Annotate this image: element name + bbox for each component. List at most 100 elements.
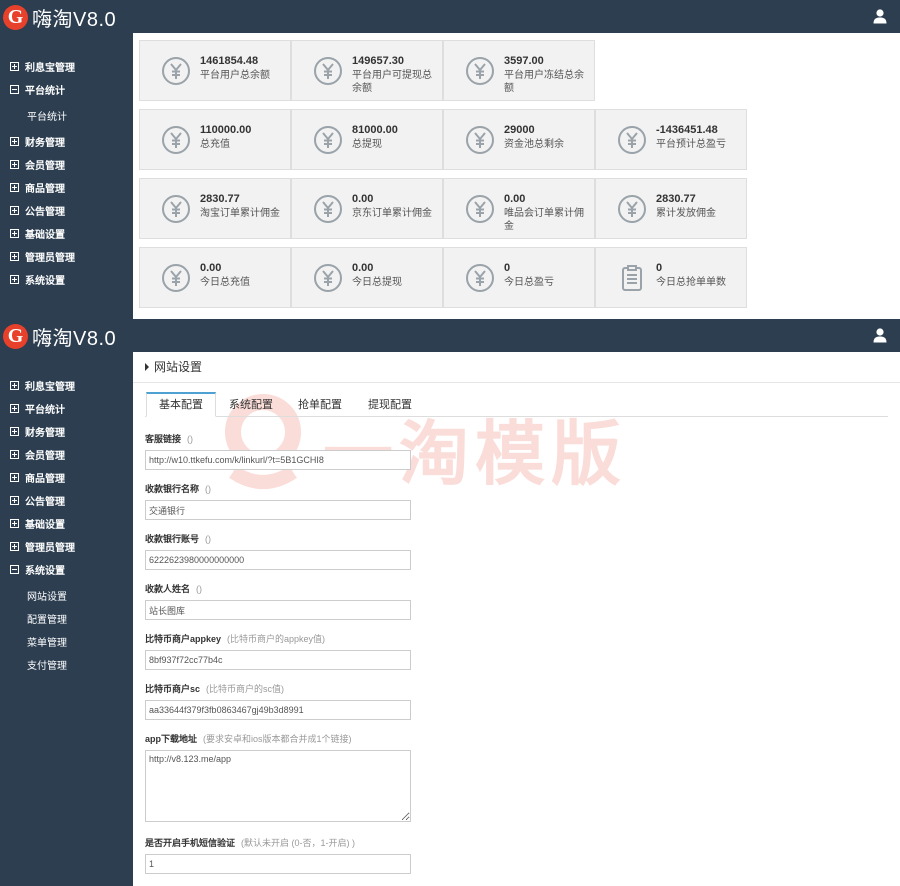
app-logo[interactable]: G 嗨淘V8.0 — [3, 322, 116, 350]
yen-icon — [314, 126, 342, 154]
submenu-item-website-settings[interactable]: 网站设置 — [27, 588, 67, 603]
sidebar-item-label: 利息宝管理 — [25, 382, 75, 393]
stat-value: 1461854.48 — [200, 55, 259, 67]
app-logo[interactable]: G 嗨淘V8.0 — [3, 3, 116, 31]
stat-label: 今日总抢单单数 — [656, 277, 726, 288]
sidebar-item-finance[interactable]: 财务管理 — [10, 134, 65, 149]
yen-icon — [466, 264, 494, 292]
stat-card: 0.00 今日总充值 — [139, 247, 291, 308]
stat-card: 2830.77 淘宝订单累计佣金 — [139, 178, 291, 239]
bank-account-input[interactable] — [145, 550, 411, 570]
bitcoin-appkey-input[interactable] — [145, 650, 411, 670]
expand-icon — [10, 183, 19, 192]
customer-service-link-input[interactable] — [145, 450, 411, 470]
sidebar-item-admins[interactable]: 管理员管理 — [10, 249, 75, 264]
sidebar-item-basic-settings[interactable]: 基础设置 — [10, 516, 65, 531]
bank-name-input[interactable] — [145, 500, 411, 520]
tab-withdraw-config[interactable]: 提现配置 — [368, 396, 412, 412]
field-label: app下载地址 (要求安卓和ios版本都合并成1个链接) — [145, 734, 352, 744]
yen-icon — [162, 57, 190, 85]
expand-icon — [10, 206, 19, 215]
sidebar-item-announcements[interactable]: 公告管理 — [10, 203, 65, 218]
top-bar: G 嗨淘V8.0 — [0, 0, 900, 33]
stat-card: 1461854.48 平台用户总余额 — [139, 40, 291, 101]
submenu-item-payment[interactable]: 支付管理 — [27, 657, 67, 672]
app-name: 嗨淘V8.0 — [32, 8, 117, 31]
stat-value: 81000.00 — [352, 124, 398, 136]
stat-value: 149657.30 — [352, 55, 404, 67]
sidebar-item-platform-stats[interactable]: 平台统计 — [10, 82, 65, 97]
expand-icon — [10, 275, 19, 284]
user-icon[interactable] — [872, 327, 888, 343]
sidebar-item-members[interactable]: 会员管理 — [10, 157, 65, 172]
stat-label: 唯品会订单累计佣金 — [504, 208, 584, 232]
sidebar-item-interest[interactable]: 利息宝管理 — [10, 378, 75, 393]
stat-value: 0.00 — [352, 262, 374, 274]
logo-mark: G — [3, 4, 28, 30]
stat-card: 2830.77 累计发放佣金 — [595, 178, 747, 239]
field-label: 收款人姓名() — [145, 584, 203, 594]
stat-card: 0 今日总盈亏 — [443, 247, 595, 308]
stat-card: 110000.00 总充值 — [139, 109, 291, 170]
sidebar-item-admins[interactable]: 管理员管理 — [10, 539, 75, 554]
sidebar-item-label: 公告管理 — [25, 207, 65, 218]
sidebar-item-products[interactable]: 商品管理 — [10, 180, 65, 195]
divider — [133, 382, 900, 383]
user-icon[interactable] — [872, 8, 888, 24]
expand-icon — [10, 496, 19, 505]
sidebar-item-label: 会员管理 — [25, 451, 65, 462]
sidebar-item-label: 基础设置 — [25, 520, 65, 531]
sidebar-item-label: 财务管理 — [25, 138, 65, 149]
sidebar-item-label: 商品管理 — [25, 474, 65, 485]
stat-label: 累计发放佣金 — [656, 208, 716, 219]
yen-icon — [162, 264, 190, 292]
stat-value: 29000 — [504, 124, 535, 136]
tab-basic-config[interactable]: 基本配置 — [146, 392, 216, 417]
field-label: 比特币商户sc (比特币商户的sc值) — [145, 684, 285, 694]
sms-verification-input[interactable] — [145, 854, 411, 874]
submenu-item-config[interactable]: 配置管理 — [27, 611, 67, 626]
sidebar-item-basic-settings[interactable]: 基础设置 — [10, 226, 65, 241]
submenu-item-platform-stats[interactable]: 平台统计 — [27, 108, 67, 123]
sidebar-item-label: 平台统计 — [25, 405, 65, 416]
app-download-url-textarea[interactable]: http://v8.123.me/app — [145, 750, 411, 822]
yen-icon — [466, 195, 494, 223]
sidebar-item-system-settings[interactable]: 系统设置 — [10, 272, 65, 287]
sidebar-item-label: 系统设置 — [25, 276, 65, 287]
tab-order-config[interactable]: 抢单配置 — [298, 396, 342, 412]
sidebar-item-products[interactable]: 商品管理 — [10, 470, 65, 485]
sidebar-item-label: 管理员管理 — [25, 543, 75, 554]
yen-icon — [314, 264, 342, 292]
yen-icon — [162, 126, 190, 154]
expand-icon — [10, 137, 19, 146]
expand-icon — [10, 542, 19, 551]
yen-icon — [314, 195, 342, 223]
expand-icon — [10, 404, 19, 413]
dashboard-screen: G 嗨淘V8.0 利息宝管理 平台统计 平台统计 财务管理 会员管理 商品管理 … — [0, 0, 900, 319]
yen-icon — [466, 57, 494, 85]
sidebar: 利息宝管理 平台统计 财务管理 会员管理 商品管理 公告管理 基础设置 管理员管… — [0, 352, 133, 886]
sidebar-item-platform-stats[interactable]: 平台统计 — [10, 401, 65, 416]
payee-name-input[interactable] — [145, 600, 411, 620]
stat-value: 3597.00 — [504, 55, 544, 67]
sidebar-item-label: 公告管理 — [25, 497, 65, 508]
sidebar-item-interest[interactable]: 利息宝管理 — [10, 59, 75, 74]
submenu-item-menu[interactable]: 菜单管理 — [27, 634, 67, 649]
sidebar-item-finance[interactable]: 财务管理 — [10, 424, 65, 439]
watermark: 一淘模版 — [213, 392, 693, 493]
stat-card: -1436451.48 平台预计总盈亏 — [595, 109, 747, 170]
sidebar-item-label: 系统设置 — [25, 566, 65, 577]
stat-value: 110000.00 — [200, 124, 252, 136]
sidebar-item-announcements[interactable]: 公告管理 — [10, 493, 65, 508]
expand-icon — [10, 519, 19, 528]
yen-icon — [466, 126, 494, 154]
bitcoin-sc-input[interactable] — [145, 700, 411, 720]
sidebar-item-members[interactable]: 会员管理 — [10, 447, 65, 462]
sidebar-item-label: 平台统计 — [25, 86, 65, 97]
tab-system-config[interactable]: 系统配置 — [229, 396, 273, 412]
sidebar-item-label: 管理员管理 — [25, 253, 75, 264]
yen-icon — [162, 195, 190, 223]
stat-label: 京东订单累计佣金 — [352, 208, 432, 219]
stat-value: 2830.77 — [200, 193, 240, 205]
sidebar-item-system-settings[interactable]: 系统设置 — [10, 562, 65, 577]
